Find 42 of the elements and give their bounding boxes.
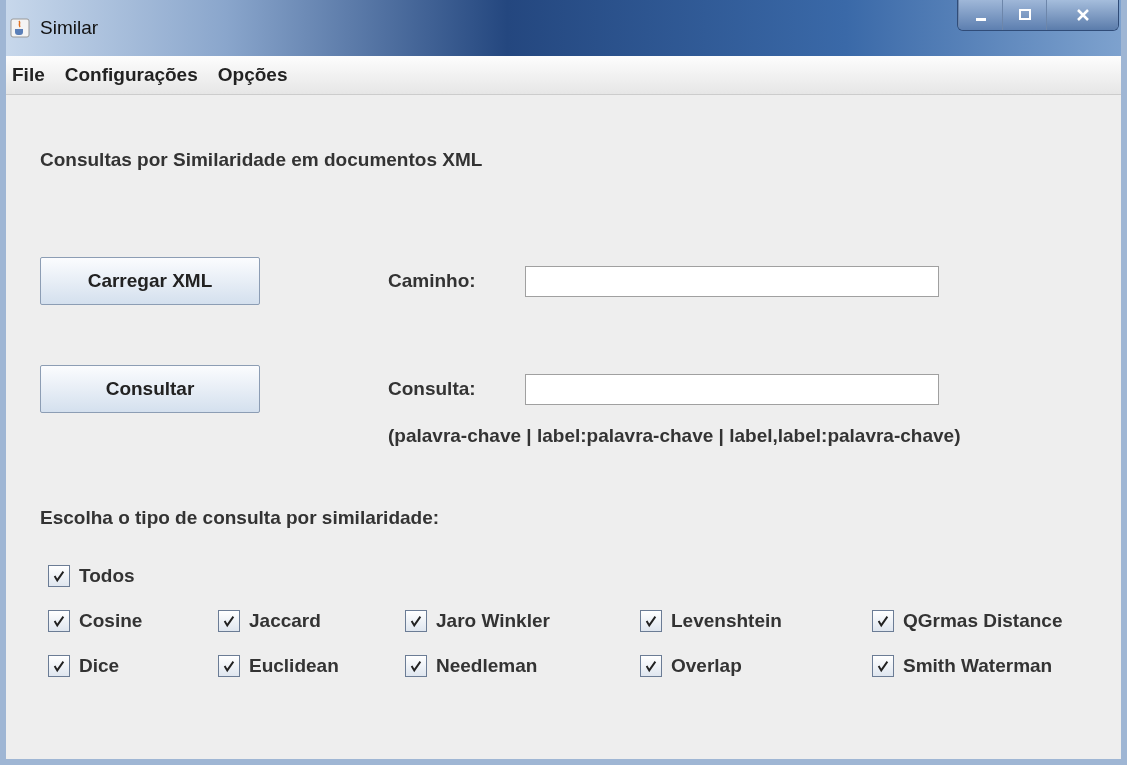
checkbox[interactable]: Jaccard xyxy=(218,608,397,633)
menu-item[interactable]: File xyxy=(12,64,45,86)
checkbox[interactable]: Euclidean xyxy=(218,653,397,678)
checkbox[interactable]: Smith Waterman xyxy=(872,653,1094,678)
checkbox[interactable]: Needleman xyxy=(405,653,632,678)
check-icon xyxy=(409,613,423,628)
check-icon xyxy=(876,613,890,628)
window-title: Similar xyxy=(40,17,99,39)
section-label: Escolha o tipo de consulta por similaridade: xyxy=(40,507,441,529)
minimize-icon xyxy=(975,17,986,21)
field-label: Caminho: xyxy=(388,270,477,292)
check-icon xyxy=(876,658,890,673)
check-icon xyxy=(52,613,66,628)
maximize-icon xyxy=(1016,7,1033,23)
heading: Consultas por Similaridade em documentos XML xyxy=(40,149,484,172)
check-icon xyxy=(222,658,236,673)
checkbox[interactable]: Cosine xyxy=(48,608,210,633)
checkbox[interactable]: Overlap xyxy=(640,653,864,678)
minimize-button[interactable] xyxy=(958,0,1002,30)
maximize-button[interactable] xyxy=(1002,0,1046,30)
check-icon xyxy=(644,658,658,673)
checkbox[interactable]: Dice xyxy=(48,653,210,678)
action-button[interactable]: Consultar xyxy=(40,365,260,413)
field-label: Consulta: xyxy=(388,378,477,400)
checkbox[interactable]: Todos xyxy=(48,563,135,588)
input-field[interactable] xyxy=(525,373,939,405)
check-icon xyxy=(222,613,236,628)
check-icon xyxy=(409,658,423,673)
checkbox[interactable]: QGrmas Distance xyxy=(872,608,1094,633)
close-button[interactable] xyxy=(1046,0,1118,30)
check-icon xyxy=(52,568,66,583)
checkbox[interactable]: Levenshtein xyxy=(640,608,864,633)
hint-text: (palavra-chave | label:palavra-chave | label,label:palavra-chave) xyxy=(388,425,962,447)
checkbox[interactable]: Jaro Winkler xyxy=(405,608,632,633)
check-icon xyxy=(644,613,658,628)
menu-item[interactable]: Opções xyxy=(217,64,288,86)
close-icon xyxy=(1074,7,1091,23)
input-field[interactable] xyxy=(525,265,939,297)
menu-item[interactable]: Configurações xyxy=(64,64,198,86)
check-icon xyxy=(52,658,66,673)
cup-icon xyxy=(10,18,30,38)
action-button[interactable]: Carregar XML xyxy=(40,257,260,305)
